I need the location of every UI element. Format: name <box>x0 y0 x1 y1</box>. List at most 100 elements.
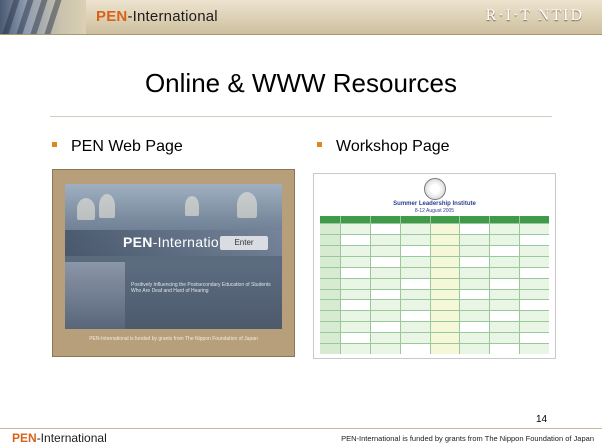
schedule-cell <box>400 300 430 311</box>
schedule-cell <box>430 289 460 300</box>
workshop-title: Summer Leadership Institute <box>393 201 476 207</box>
schedule-cell <box>430 224 460 234</box>
schedule-cell <box>490 245 520 256</box>
schedule-cell <box>320 322 340 333</box>
schedule-cell <box>520 300 549 311</box>
pen-web-footer: PEN-International is funded by grants fr… <box>89 336 258 342</box>
schedule-cell <box>490 333 520 344</box>
page-number: 14 <box>536 414 548 425</box>
schedule-header-cell <box>490 216 520 223</box>
schedule-cell <box>520 224 549 234</box>
schedule-cell <box>520 289 549 300</box>
schedule-cell <box>520 234 549 245</box>
schedule-cell <box>520 344 549 354</box>
bullet-pen-web-page: PEN Web Page <box>52 138 183 156</box>
schedule-cell <box>341 224 370 234</box>
schedule-cell <box>320 344 340 354</box>
schedule-cell <box>490 267 520 278</box>
schedule-cell <box>490 256 520 267</box>
schedule-cell <box>490 289 520 300</box>
slide-title: Online & WWW Resources <box>144 68 458 98</box>
schedule-header-cell <box>400 216 430 223</box>
workshop-page-screenshot[interactable]: Summer Leadership Institute 8-12 August … <box>313 173 556 359</box>
schedule-cell <box>520 256 549 267</box>
footer-brand-logo: PEN-International <box>12 431 107 445</box>
schedule-cell <box>460 267 490 278</box>
schedule-cell <box>430 311 460 322</box>
schedule-cell <box>341 322 370 333</box>
schedule-cell <box>400 289 430 300</box>
schedule-cell <box>400 322 430 333</box>
schedule-cell <box>341 267 370 278</box>
schedule-cell <box>370 289 400 300</box>
schedule-cell <box>320 311 340 322</box>
schedule-cell <box>460 224 490 234</box>
schedule-cell <box>400 245 430 256</box>
schedule-cell <box>320 333 340 344</box>
student-photo <box>65 262 125 329</box>
schedule-cell <box>490 311 520 322</box>
schedule-cell <box>460 245 490 256</box>
schedule-cell <box>460 300 490 311</box>
schedule-cell <box>490 300 520 311</box>
enter-button[interactable]: Enter <box>220 236 268 250</box>
schedule-cell <box>370 333 400 344</box>
schedule-cell <box>400 278 430 289</box>
schedule-cell <box>460 289 490 300</box>
schedule-header-cell <box>320 216 340 223</box>
schedule-cell <box>370 224 400 234</box>
rit-ntid-logo: R·I·T NTID <box>485 7 584 24</box>
bullet-workshop-page: Workshop Page <box>317 138 450 156</box>
schedule-cell <box>520 311 549 322</box>
schedule-cell <box>370 234 400 245</box>
schedule-cell <box>490 278 520 289</box>
schedule-cell <box>490 224 520 234</box>
schedule-cell <box>320 234 340 245</box>
schedule-cell <box>520 278 549 289</box>
header-brand-logo: PEN-International <box>96 8 218 25</box>
seal-icon <box>424 178 446 200</box>
schedule-cell <box>430 267 460 278</box>
slide-header: PEN-International R·I·T NTID <box>0 0 602 35</box>
schedule-cell <box>430 245 460 256</box>
schedule-cell <box>460 311 490 322</box>
schedule-cell <box>341 311 370 322</box>
schedule-cell <box>341 300 370 311</box>
schedule-cell <box>520 267 549 278</box>
schedule-cell <box>341 333 370 344</box>
schedule-cell <box>370 344 400 354</box>
schedule-cell <box>341 256 370 267</box>
schedule-cell <box>400 311 430 322</box>
schedule-cell <box>430 322 460 333</box>
schedule-cell <box>430 300 460 311</box>
header-photo <box>0 0 86 34</box>
title-divider <box>50 116 552 117</box>
schedule-header-cell <box>460 216 490 223</box>
schedule-cell <box>490 344 520 354</box>
schedule-cell <box>370 245 400 256</box>
schedule-cell <box>320 245 340 256</box>
schedule-cell <box>490 234 520 245</box>
schedule-cell <box>520 322 549 333</box>
schedule-cell <box>320 224 340 234</box>
schedule-cell <box>370 256 400 267</box>
schedule-cell <box>460 234 490 245</box>
pen-web-page-screenshot[interactable]: PEN-International Enter Positively Influ… <box>52 169 295 357</box>
schedule-cell <box>430 278 460 289</box>
schedule-cell <box>430 344 460 354</box>
schedule-cell <box>341 289 370 300</box>
pen-web-page-frame: PEN-International Enter Positively Influ… <box>65 184 282 329</box>
schedule-cell <box>341 344 370 354</box>
schedule-cell <box>370 322 400 333</box>
workshop-schedule-grid <box>320 216 549 354</box>
schedule-header-cell <box>341 216 370 223</box>
schedule-cell <box>320 278 340 289</box>
schedule-cell <box>520 333 549 344</box>
schedule-cell <box>320 300 340 311</box>
schedule-cell <box>370 278 400 289</box>
schedule-cell <box>460 256 490 267</box>
schedule-cell <box>460 322 490 333</box>
schedule-cell <box>400 224 430 234</box>
workshop-date: 8-12 August 2005 <box>414 208 455 214</box>
schedule-cell <box>430 256 460 267</box>
